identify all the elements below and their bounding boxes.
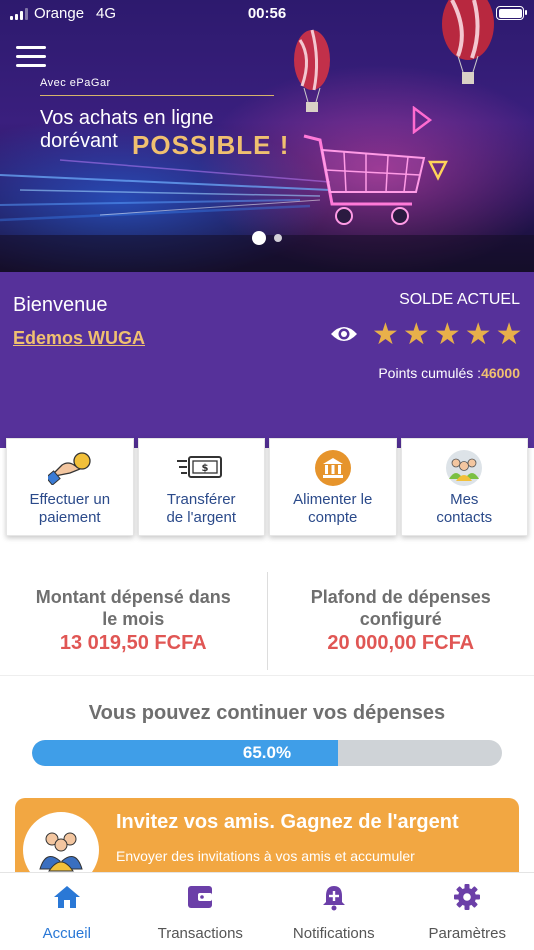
promo-divider xyxy=(40,95,274,96)
hot-air-balloon-icon xyxy=(442,0,494,84)
points-label: Points cumulés : xyxy=(378,365,482,381)
money-transfer-icon: $ xyxy=(177,456,223,478)
pay-action-card[interactable]: Effectuer un paiement xyxy=(6,438,134,536)
tab-transactions[interactable]: Transactions xyxy=(134,873,268,950)
spending-stats: Montant dépensé dans le mois 13 019,50 F… xyxy=(0,572,534,670)
progress-message: Vous pouvez continuer vos dépenses xyxy=(88,702,446,724)
monthly-spent-value: 13 019,50 FCFA xyxy=(59,632,207,654)
section-divider xyxy=(0,675,534,676)
promo-brand-text: Avec ePaGar xyxy=(40,77,111,89)
svg-text:$: $ xyxy=(202,463,209,474)
star-icon: ★ xyxy=(433,318,461,351)
spending-limit-value: 20 000,00 FCFA xyxy=(327,632,475,654)
transfer-action-label: Transférer de l'argent xyxy=(166,491,237,526)
shopping-cart-icon xyxy=(303,134,426,225)
bottom-tab-bar: Accueil Transactions Notifications Param… xyxy=(0,872,534,950)
carousel-dots xyxy=(0,231,534,245)
star-icon: ★ xyxy=(372,318,399,351)
points-summary: Points cumulés :46000 xyxy=(378,365,520,381)
tab-notifications[interactable]: Notifications xyxy=(267,873,401,950)
star-icon: ★ xyxy=(402,318,430,351)
star-icon: ★ xyxy=(464,318,492,351)
spending-progress-bar: 65.0% xyxy=(32,740,502,766)
promo-line-2: dorévant xyxy=(40,130,118,152)
promo-banner[interactable]: Orange 4G 00:56 Avec ePaGar Vos achats e… xyxy=(0,0,534,272)
welcome-panel: Bienvenue Edemos WUGA SOLDE ACTUEL ★ ★ ★… xyxy=(0,272,534,448)
bell-plus-icon xyxy=(322,886,345,911)
friends-group-icon xyxy=(39,832,83,872)
gear-icon xyxy=(454,884,481,910)
promo-line-1: Vos achats en ligne xyxy=(40,107,214,129)
invite-subtitle: Envoyer des invitations à vos amis et ac… xyxy=(116,848,415,864)
topup-action-label: Alimenter le compte xyxy=(293,491,373,526)
carousel-dot[interactable] xyxy=(274,234,282,242)
neon-triangle-decoration xyxy=(428,160,448,181)
tab-accueil[interactable]: Accueil xyxy=(0,873,134,950)
promo-highlight: POSSIBLE ! xyxy=(132,130,290,160)
balance-label: SOLDE ACTUEL xyxy=(399,291,520,308)
battery-icon xyxy=(496,6,527,20)
contacts-action-card[interactable]: Mes contacts xyxy=(400,438,528,536)
username-link[interactable]: Edemos WUGA xyxy=(13,328,145,349)
eye-icon[interactable] xyxy=(330,324,358,344)
home-icon xyxy=(53,886,80,908)
rating-stars: ★ ★ ★ ★ ★ xyxy=(372,320,523,350)
topup-action-card[interactable]: Alimenter le compte xyxy=(269,438,397,536)
progress-percent: 65.0% xyxy=(242,743,292,762)
tab-parametres[interactable]: Paramètres xyxy=(401,873,534,950)
quick-actions: Effectuer un paiement $ Transférer de l'… xyxy=(0,438,534,538)
bank-icon xyxy=(314,450,351,486)
star-icon: ★ xyxy=(495,318,523,351)
contacts-group-icon xyxy=(446,450,483,486)
greeting: Bienvenue xyxy=(13,294,108,316)
hamburger-menu-icon[interactable] xyxy=(16,46,46,68)
wallet-icon xyxy=(188,886,213,908)
hand-coin-icon xyxy=(47,452,91,485)
carousel-dot-active[interactable] xyxy=(252,231,266,245)
points-value: 46000 xyxy=(481,365,520,381)
monthly-spent: Montant dépensé dans le mois 13 019,50 F… xyxy=(0,572,267,670)
invite-title: Invitez vos amis. Gagnez de l'argent xyxy=(116,811,459,833)
transfer-action-card[interactable]: $ Transférer de l'argent xyxy=(137,438,265,536)
spending-limit: Plafond de dépenses configuré 20 000,00 … xyxy=(268,572,534,670)
neon-triangle-decoration xyxy=(412,106,432,134)
hot-air-balloon-icon xyxy=(294,29,330,112)
contacts-action-label: Mes contacts xyxy=(436,491,493,526)
pay-action-label: Effectuer un paiement xyxy=(29,491,111,526)
